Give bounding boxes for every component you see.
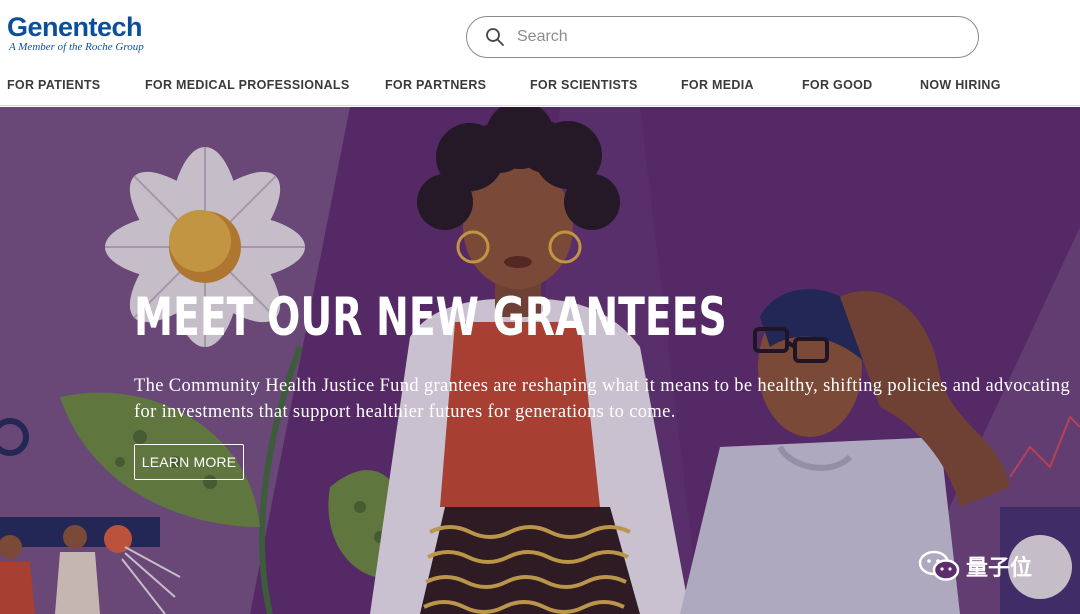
hero-illustration bbox=[0, 107, 1080, 614]
logo-tagline: A Member of the Roche Group bbox=[9, 41, 144, 53]
search-input[interactable] bbox=[517, 28, 937, 46]
search-box[interactable] bbox=[466, 16, 979, 58]
nav-now-hiring[interactable]: NOW HIRING bbox=[920, 78, 1001, 92]
nav-for-scientists[interactable]: FOR SCIENTISTS bbox=[530, 78, 638, 92]
watermark-text: 量子位 bbox=[966, 556, 1033, 581]
nav-for-patients[interactable]: FOR PATIENTS bbox=[7, 78, 100, 92]
wechat-icon bbox=[918, 550, 960, 581]
nav-for-media[interactable]: FOR MEDIA bbox=[681, 78, 754, 92]
nav-for-medical-professionals[interactable]: FOR MEDICAL PROFESSIONALS bbox=[145, 78, 350, 92]
learn-more-button[interactable]: LEARN MORE bbox=[134, 444, 244, 480]
search-icon bbox=[486, 28, 504, 46]
watermark: 量子位 bbox=[918, 549, 1032, 583]
genentech-logo[interactable]: Genentech A Member of the Roche Group bbox=[7, 12, 144, 53]
main-nav: FOR PATIENTS FOR MEDICAL PROFESSIONALS F… bbox=[0, 78, 1080, 96]
site-header: Genentech A Member of the Roche Group FO… bbox=[0, 0, 1080, 106]
logo-wordmark: Genentech bbox=[7, 12, 143, 42]
hero-title: MEET OUR NEW GRANTEES bbox=[134, 287, 727, 348]
nav-for-good[interactable]: FOR GOOD bbox=[802, 78, 872, 92]
nav-for-partners[interactable]: FOR PARTNERS bbox=[385, 78, 486, 92]
hero-description: The Community Health Justice Fund grante… bbox=[134, 376, 1071, 422]
hero-banner: MEET OUR NEW GRANTEES The Community Heal… bbox=[0, 107, 1080, 614]
